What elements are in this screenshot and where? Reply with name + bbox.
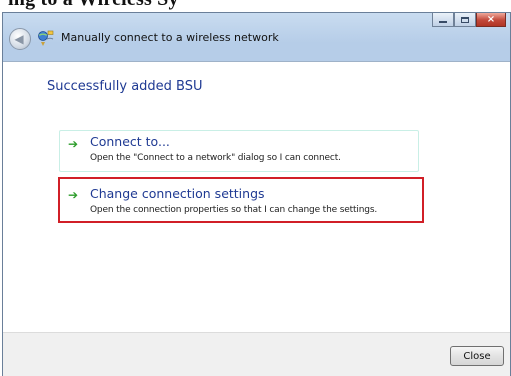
maximize-button[interactable] <box>454 13 476 27</box>
maximize-icon <box>461 16 469 23</box>
window-title: Manually connect to a wireless network <box>61 31 279 44</box>
success-heading: Successfully added BSU <box>47 79 203 94</box>
wireless-network-icon <box>38 30 54 46</box>
window-controls: × <box>432 13 506 27</box>
dialog-window: × ◀ Manually connect to a wireless netwo… <box>2 12 511 376</box>
change-settings-description: Open the connection properties so that I… <box>90 205 378 215</box>
minimize-button[interactable] <box>432 13 454 27</box>
back-arrow-icon: ◀ <box>14 32 24 46</box>
change-connection-settings-option[interactable]: ➔ Change connection settings Open the co… <box>58 177 424 223</box>
green-arrow-icon: ➔ <box>68 188 79 202</box>
connect-to-description: Open the "Connect to a network" dialog s… <box>90 153 341 163</box>
change-settings-title: Change connection settings <box>90 186 265 201</box>
footer-bar: Close <box>3 332 510 376</box>
close-button[interactable]: Close <box>450 346 504 366</box>
page-heading-cropped: ing to a Wireless Sy <box>8 0 179 11</box>
close-window-button[interactable]: × <box>476 13 506 27</box>
title-bar: × ◀ Manually connect to a wireless netwo… <box>3 13 510 61</box>
close-icon: × <box>486 13 496 25</box>
connect-to-title: Connect to... <box>90 134 170 149</box>
content-area: Successfully added BSU ➔ Connect to... O… <box>3 61 510 332</box>
back-button[interactable]: ◀ <box>9 28 31 50</box>
minimize-icon <box>439 20 447 23</box>
green-arrow-icon: ➔ <box>68 137 79 151</box>
connect-to-option[interactable]: ➔ Connect to... Open the "Connect to a n… <box>59 130 419 172</box>
